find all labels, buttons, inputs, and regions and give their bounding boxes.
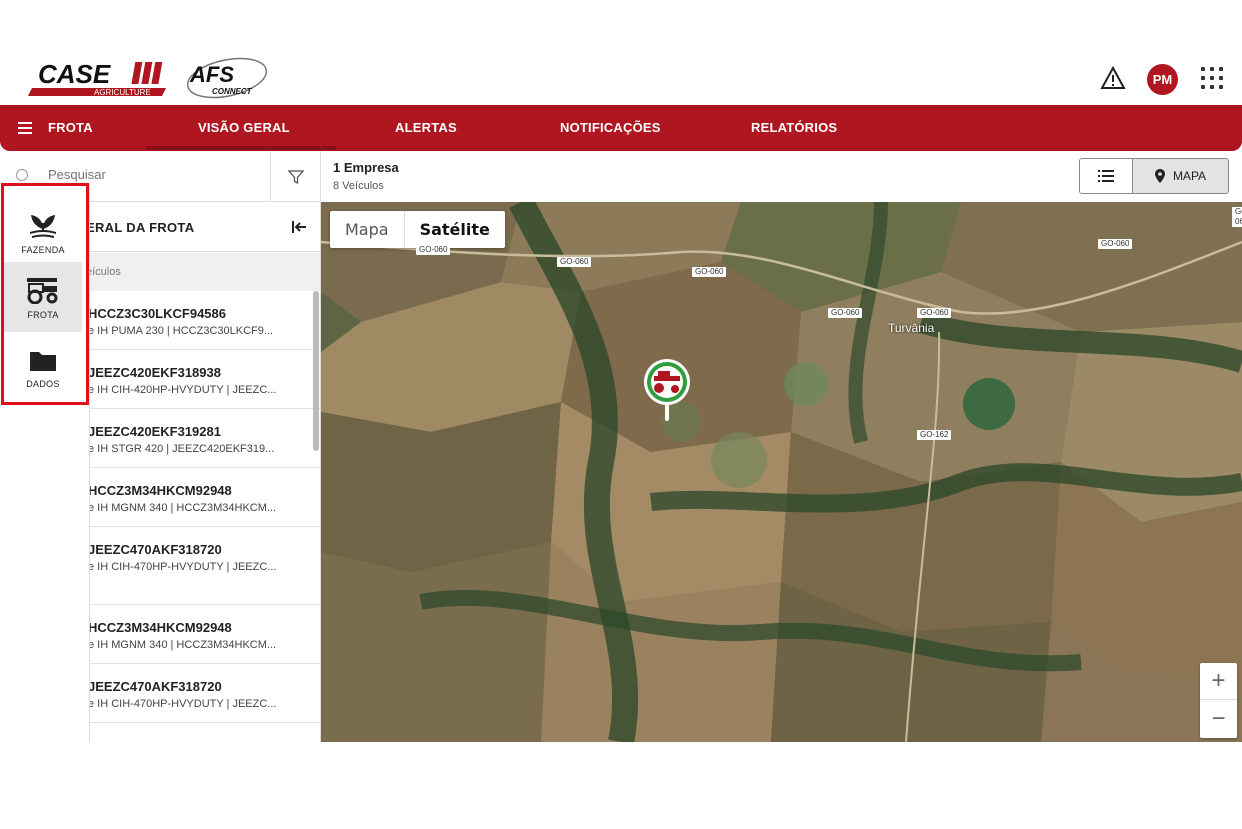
town-label: Turvânia	[888, 321, 935, 335]
warning-icon[interactable]	[1100, 66, 1126, 90]
search-icon	[16, 169, 28, 181]
afs-connect-logo[interactable]: AFS CONNECT	[184, 54, 270, 100]
vehicle-desc: e IH STGR 420 | JEEZC420EKF319...	[88, 443, 275, 455]
nav-brand[interactable]: FROTA	[48, 120, 93, 135]
apps-grid-icon[interactable]	[1201, 67, 1223, 89]
road-label: GO-162	[917, 430, 952, 440]
map-type-control: Mapa Satélite	[330, 211, 505, 248]
app-page: CASE AGRICULTURE AFS CONNECT PM FROTA VI…	[0, 0, 1242, 829]
active-tab-indicator	[146, 146, 336, 150]
fleet-summary: 1 Empresa 8 Veículos	[333, 160, 399, 192]
map-type-satelite[interactable]: Satélite	[403, 211, 505, 248]
main-nav: FROTA VISÃO GERAL ALERTAS NOTIFICAÇÕES R…	[0, 105, 1242, 151]
tab-alertas[interactable]: ALERTAS	[395, 120, 457, 135]
vehicle-desc: e IH CIH-420HP-HVYDUTY | JEEZC...	[88, 384, 277, 396]
company-count: 1 Empresa	[333, 160, 399, 175]
list-scrollbar[interactable]	[313, 291, 319, 451]
vehicle-count: 8 Veículos	[333, 180, 384, 192]
vehicle-desc: e IH CIH-470HP-HVYDUTY | JEEZC...	[88, 561, 277, 573]
location-pin-icon	[1154, 169, 1165, 183]
satellite-map[interactable]: Mapa Satélite GO-060 GO-060 GO-060 GO-06…	[321, 202, 1242, 742]
list-view-button[interactable]	[1080, 159, 1133, 193]
svg-text:CASE: CASE	[38, 59, 111, 89]
vehicle-desc: e IH PUMA 230 | HCCZ3C30LKCF9...	[88, 325, 274, 337]
road-label: GO-060	[828, 308, 863, 318]
panel-subtitle: eículos	[86, 266, 121, 278]
filter-icon	[288, 169, 304, 184]
road-label: GO-060	[416, 245, 451, 255]
user-avatar[interactable]: PM	[1147, 64, 1178, 95]
zoom-out-button[interactable]: −	[1200, 700, 1237, 737]
vehicle-desc: e IH MGNM 340 | HCCZ3M34HKCM...	[88, 639, 277, 651]
vehicle-id: JEEZC420EKF318938	[88, 365, 221, 380]
menu-icon[interactable]	[18, 122, 32, 134]
road-label: GO-060	[1232, 207, 1242, 227]
view-toggle: MAPA	[1079, 158, 1229, 194]
vehicle-id: JEEZC470AKF318720	[88, 679, 222, 694]
vehicle-id: HCCZ3M34HKCM92948	[88, 483, 232, 498]
search-input[interactable]	[48, 167, 248, 182]
vehicle-id: HCCZ3M34HKCM92948	[88, 620, 232, 635]
svg-text:AFS: AFS	[189, 62, 234, 87]
tab-notificacoes[interactable]: NOTIFICAÇÕES	[560, 120, 661, 135]
panel-title: ERAL DA FROTA	[86, 220, 195, 235]
list-icon	[1098, 170, 1114, 182]
vehicle-id: HCCZ3C30LKCF94586	[88, 306, 226, 321]
road-label: GO-060	[1098, 239, 1133, 249]
map-type-mapa[interactable]: Mapa	[330, 211, 404, 248]
collapse-panel-icon[interactable]	[290, 218, 308, 236]
top-header: CASE AGRICULTURE AFS CONNECT PM	[0, 40, 1242, 106]
tractor-marker-icon[interactable]	[642, 357, 692, 427]
vehicle-id: JEEZC420EKF319281	[88, 424, 221, 439]
vehicle-desc: e IH CIH-470HP-HVYDUTY | JEEZC...	[88, 698, 277, 710]
case-ih-logo[interactable]: CASE AGRICULTURE	[26, 58, 172, 102]
map-view-label: MAPA	[1172, 169, 1207, 183]
satellite-imagery	[321, 202, 1242, 742]
tab-relatorios[interactable]: RELATÓRIOS	[751, 120, 837, 135]
road-label: GO-060	[692, 267, 727, 277]
tab-visao-geral[interactable]: VISÃO GERAL	[198, 120, 290, 135]
svg-text:AGRICULTURE: AGRICULTURE	[94, 88, 151, 97]
road-label: GO-060	[557, 257, 592, 267]
svg-text:CONNECT: CONNECT	[212, 87, 253, 96]
zoom-in-button[interactable]: +	[1200, 663, 1237, 700]
vehicle-desc: e IH MGNM 340 | HCCZ3M34HKCM...	[88, 502, 277, 514]
map-view-button[interactable]: MAPA	[1133, 159, 1228, 193]
rail-highlight-box	[1, 183, 89, 405]
vehicle-id: JEEZC470AKF318720	[88, 542, 222, 557]
filter-button[interactable]	[270, 151, 321, 202]
road-label: GO-060	[917, 308, 952, 318]
zoom-control: + −	[1200, 663, 1237, 738]
